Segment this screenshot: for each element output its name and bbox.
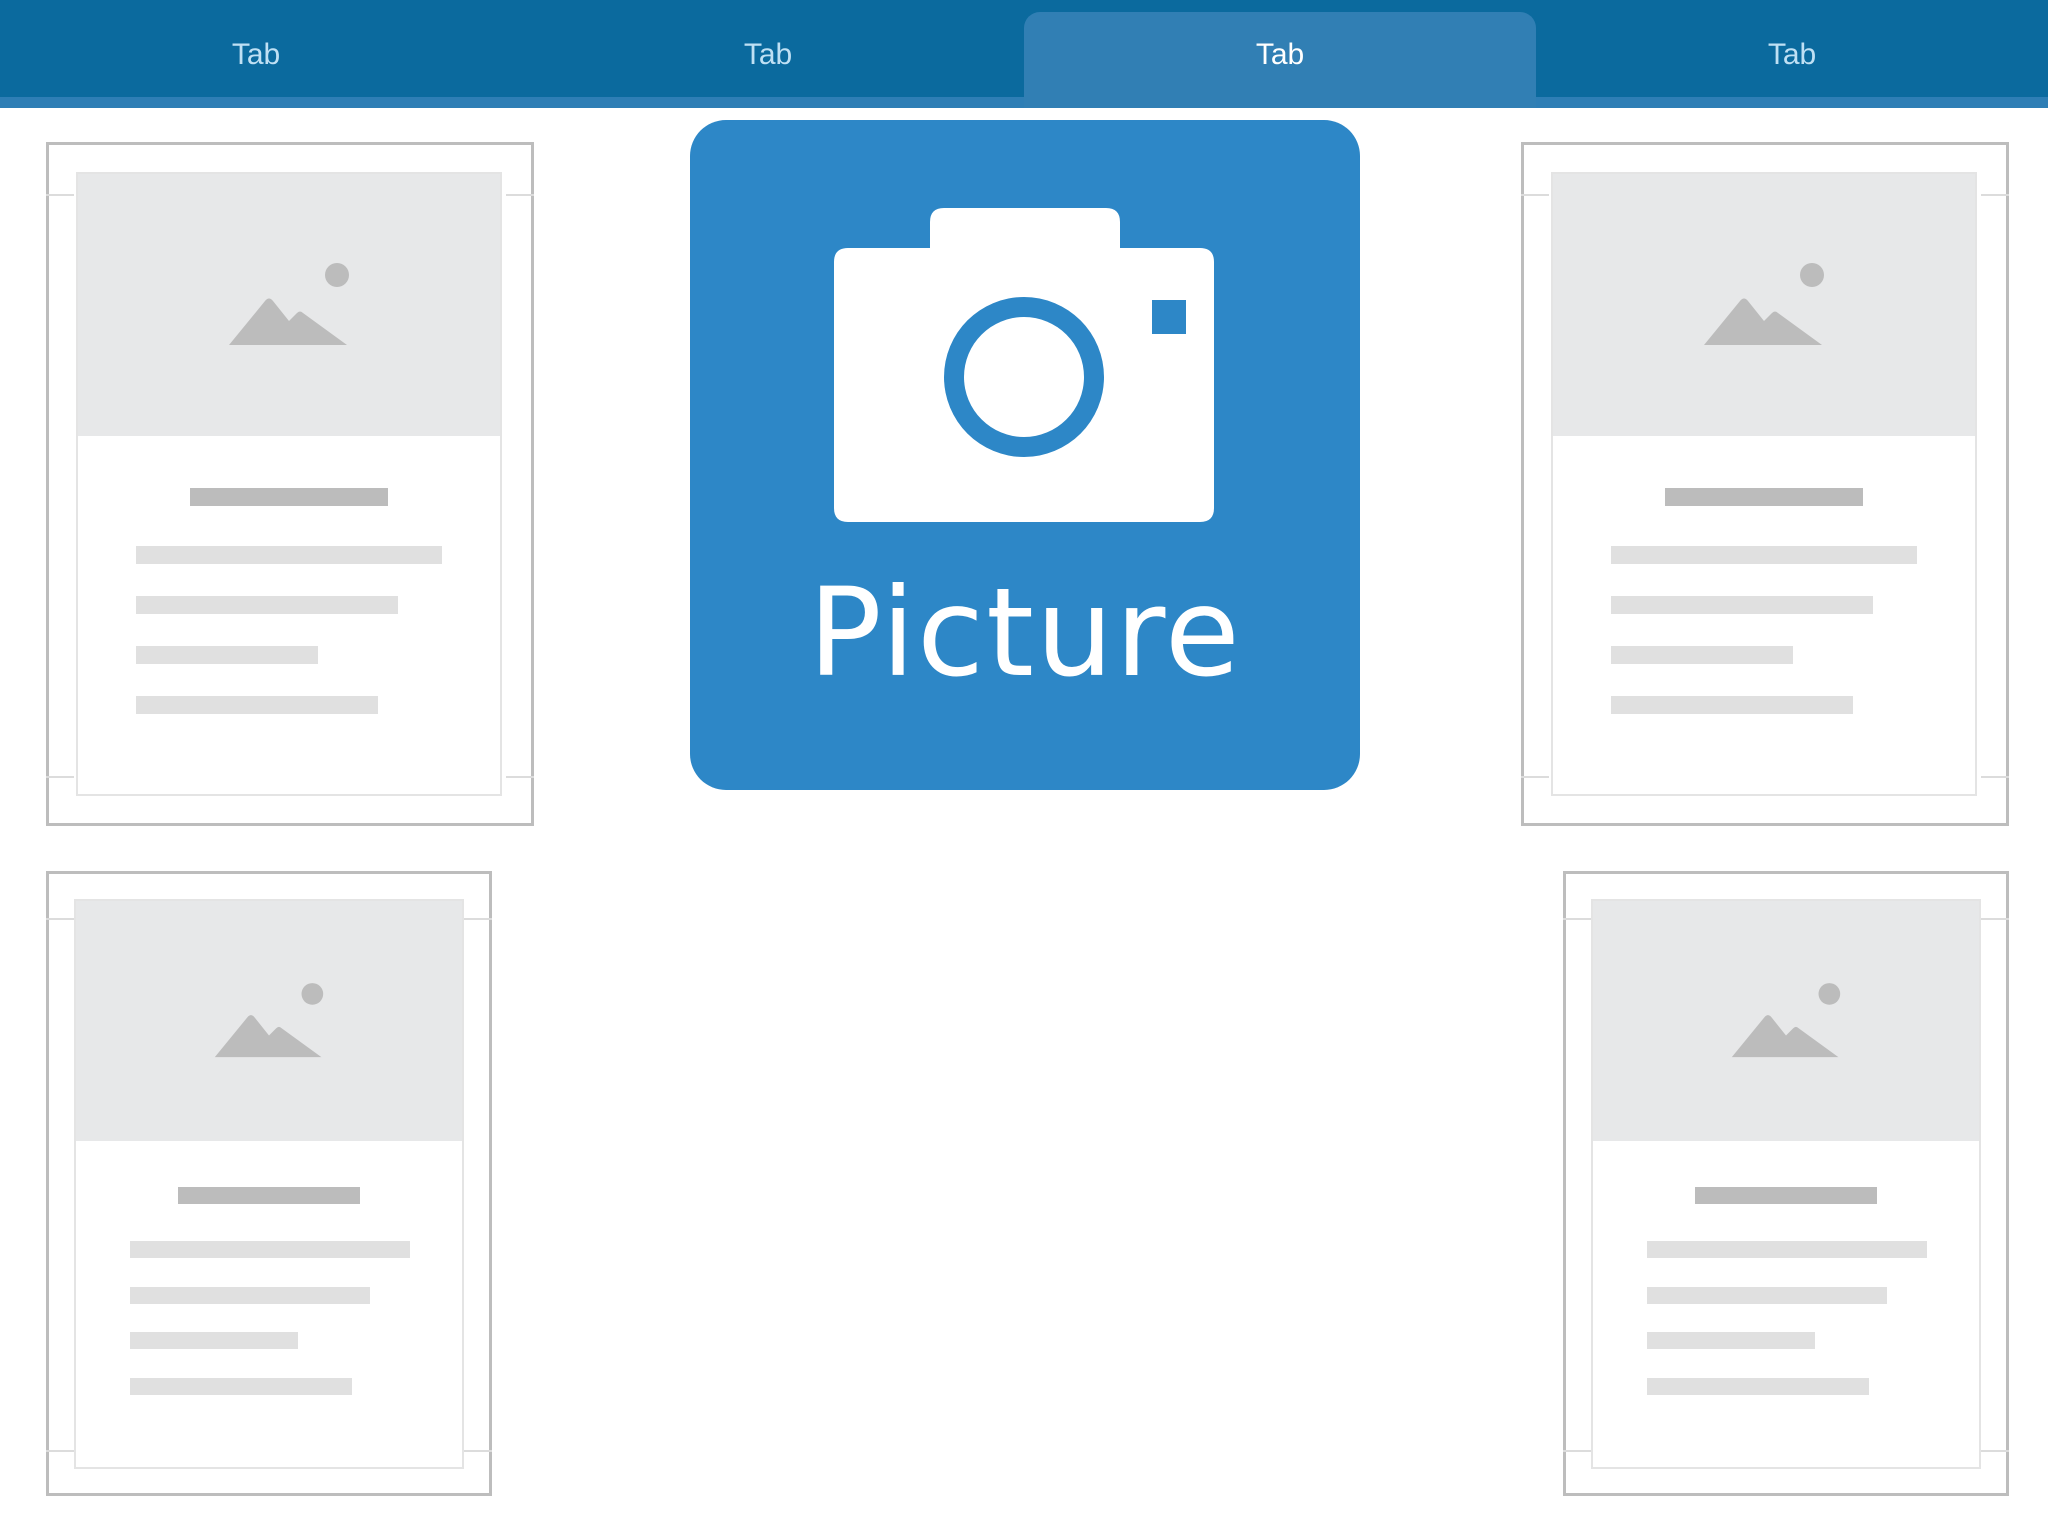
card-tick: [1981, 194, 2009, 196]
card-content: [1591, 899, 1981, 1469]
card-image-placeholder: [76, 901, 462, 1141]
tab-4[interactable]: Tab: [1536, 12, 2048, 98]
card-tick: [1521, 194, 1549, 196]
card-text-line: [130, 1241, 410, 1258]
card-content: [1551, 172, 1977, 796]
card-text-line: [136, 696, 378, 714]
tab-1[interactable]: Tab: [0, 12, 512, 98]
card-tick: [1521, 776, 1549, 778]
card-text-line: [1611, 646, 1793, 664]
image-placeholder-icon: [229, 263, 349, 345]
card-text-line: [1647, 1378, 1869, 1395]
card-text-line: [1647, 1332, 1815, 1349]
card-image-placeholder: [78, 174, 500, 436]
card-tick: [1981, 1450, 2009, 1452]
image-placeholder-icon: [214, 983, 324, 1058]
tab-bar: Tab Tab Tab Tab: [0, 0, 2048, 108]
card-text-line: [1647, 1241, 1927, 1258]
image-placeholder-icon: [1704, 263, 1824, 345]
card-image-placeholder: [1553, 174, 1975, 436]
card-title-placeholder: [178, 1187, 360, 1204]
card-text-line: [136, 646, 318, 664]
card-content: [74, 899, 464, 1469]
card-text-line: [130, 1287, 370, 1304]
card-top-left[interactable]: [46, 142, 534, 826]
card-text-line: [1611, 596, 1873, 614]
card-tick: [1981, 918, 2009, 920]
card-title-placeholder: [1665, 488, 1863, 506]
card-tick: [46, 776, 74, 778]
card-top-right[interactable]: [1521, 142, 2009, 826]
card-text-line: [130, 1378, 352, 1395]
card-text-line: [1647, 1287, 1887, 1304]
card-text-line: [1611, 696, 1853, 714]
card-tick: [506, 776, 534, 778]
card-tick: [464, 918, 492, 920]
card-tick: [464, 1450, 492, 1452]
picture-tile[interactable]: Picture: [690, 120, 1360, 790]
card-title-placeholder: [1695, 1187, 1877, 1204]
card-text-line: [130, 1332, 298, 1349]
card-title-placeholder: [190, 488, 388, 506]
card-bottom-right[interactable]: [1563, 871, 2009, 1496]
card-bottom-left[interactable]: [46, 871, 492, 1496]
card-content: [76, 172, 502, 796]
picture-label: Picture: [808, 562, 1242, 704]
camera-icon: [834, 208, 1214, 522]
card-text-line: [1611, 546, 1917, 564]
card-tick: [1981, 776, 2009, 778]
card-tick: [46, 1450, 74, 1452]
card-tick: [46, 918, 74, 920]
card-image-placeholder: [1593, 901, 1979, 1141]
tab-3-active[interactable]: Tab: [1024, 12, 1536, 108]
card-tick: [506, 194, 534, 196]
image-placeholder-icon: [1731, 983, 1841, 1058]
card-text-line: [136, 546, 442, 564]
card-tick: [1563, 918, 1591, 920]
card-text-line: [136, 596, 398, 614]
card-tick: [46, 194, 74, 196]
card-tick: [1563, 1450, 1591, 1452]
tab-2[interactable]: Tab: [512, 12, 1024, 98]
